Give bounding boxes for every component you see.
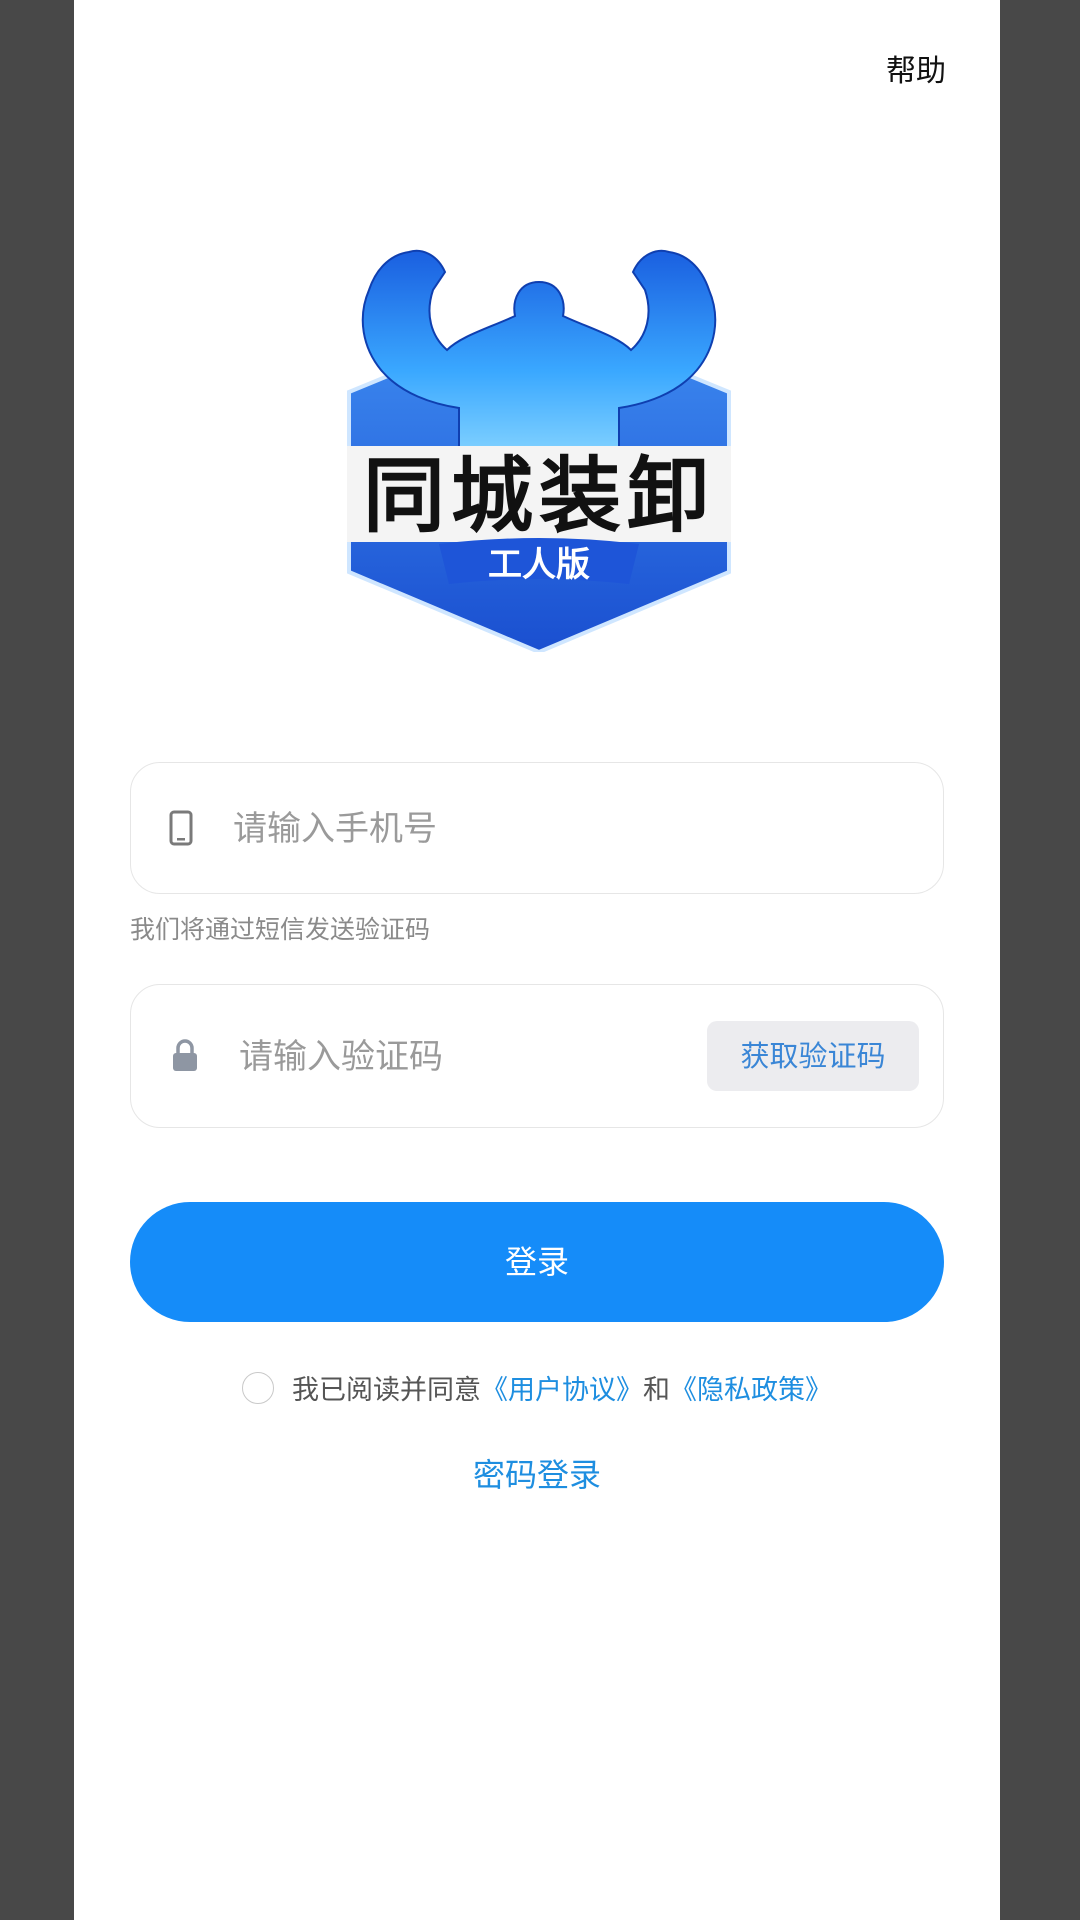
logo-subtitle: 工人版 [488,545,590,585]
phone-icon [169,810,193,846]
phone-input[interactable] [231,763,795,895]
code-field[interactable]: 获取验证码 [130,984,944,1129]
app-logo: 同城装卸 工人版 [347,249,731,652]
code-input[interactable] [237,985,711,1129]
phone-field[interactable] [130,762,944,895]
phone-hint: 我们将通过短信发送验证码 [130,915,431,944]
privacy-policy-link[interactable]: 《隐私政策》 [670,1375,832,1406]
help-link[interactable]: 帮助 [886,46,946,90]
lock-icon [173,1039,197,1071]
agreement-and: 和 [643,1375,670,1406]
user-agreement-link[interactable]: 《用户协议》 [481,1375,643,1406]
agreement-row: 我已阅读并同意《用户协议》和《隐私政策》 [74,1368,1000,1408]
agree-checkbox[interactable] [242,1371,274,1404]
login-screen: 帮助 同城装卸 工人版 我们将通过短信发送验证 [74,0,1000,1920]
get-code-button[interactable]: 获取验证码 [707,1021,919,1091]
password-login-link[interactable]: 密码登录 [74,1450,1000,1496]
login-button[interactable]: 登录 [130,1202,944,1322]
agreement-prefix: 我已阅读并同意 [292,1375,481,1406]
logo-title: 同城装卸 [363,449,715,544]
